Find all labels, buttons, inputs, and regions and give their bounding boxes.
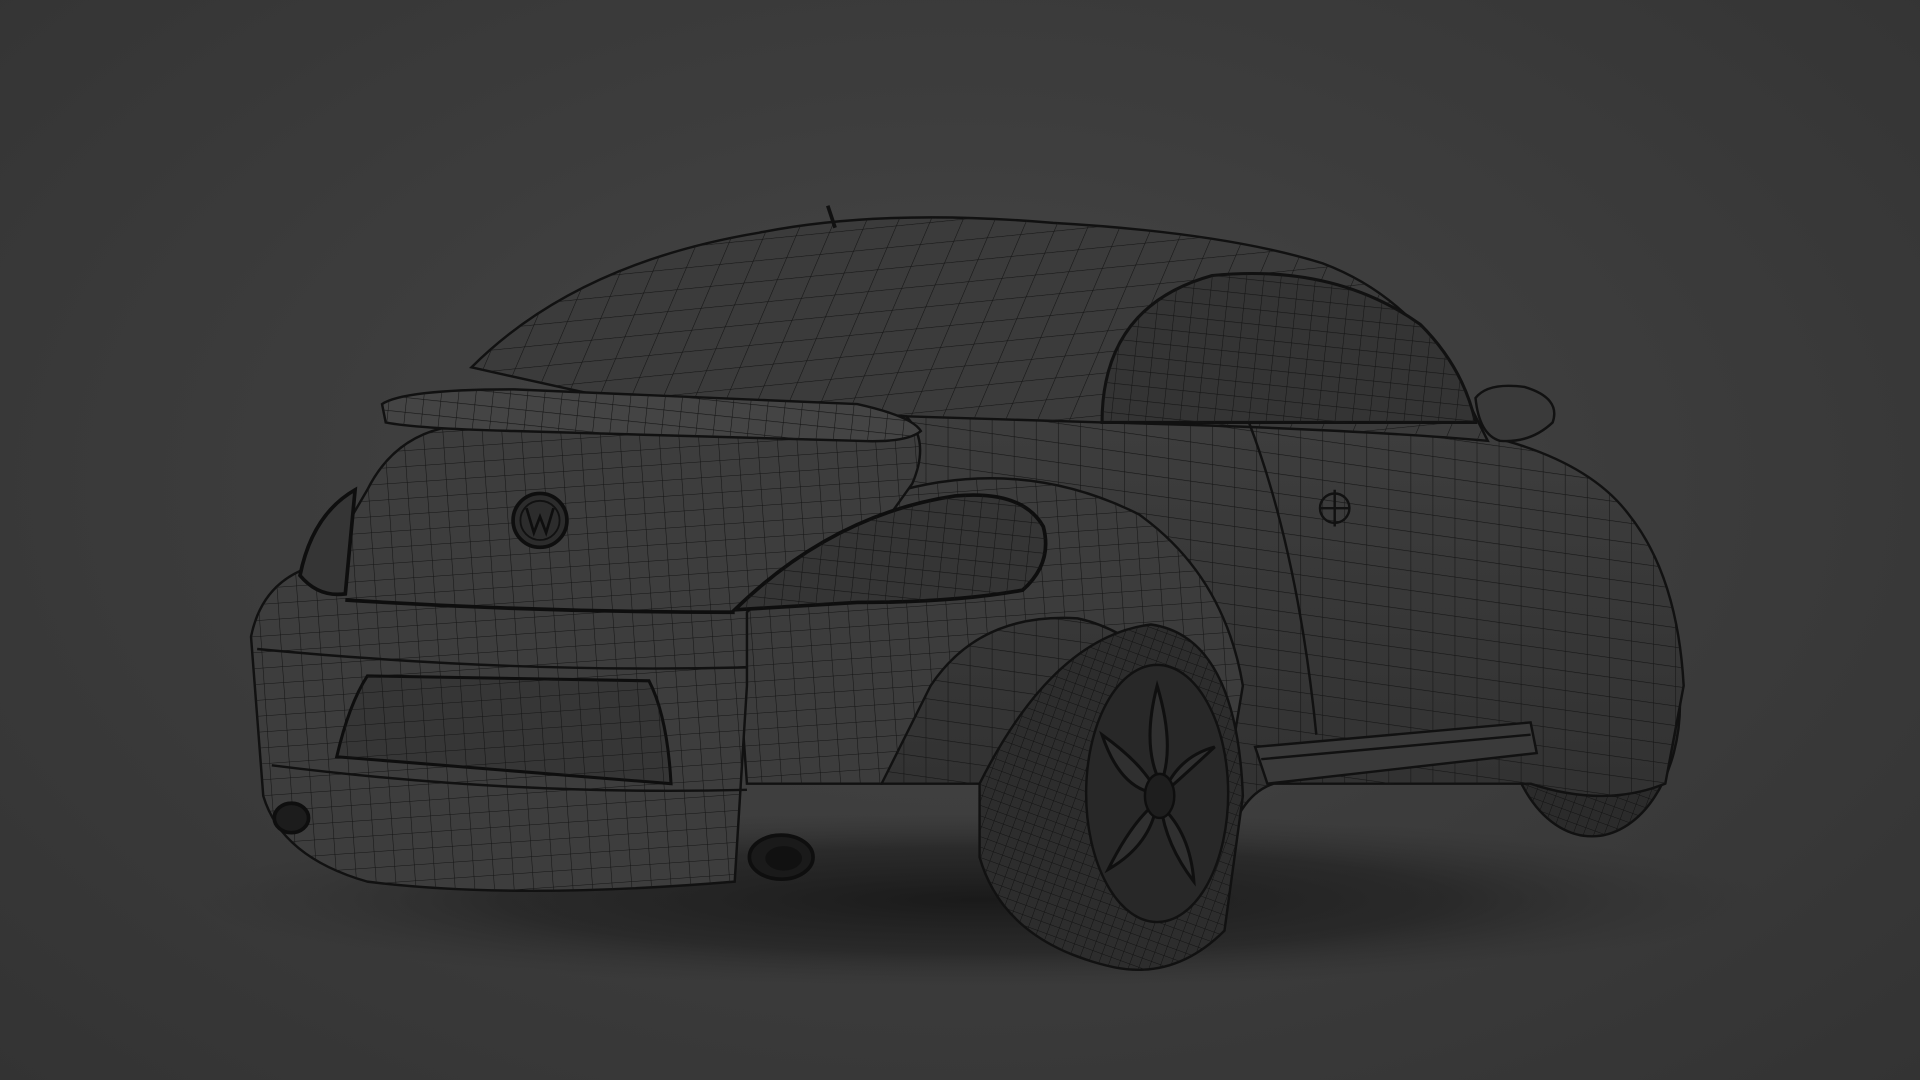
brand-badge-icon bbox=[511, 491, 569, 550]
car-body bbox=[249, 205, 1685, 893]
left-exhaust bbox=[272, 801, 311, 835]
render-viewport bbox=[0, 0, 1920, 1080]
left-tail-light bbox=[298, 486, 358, 597]
side-mirror bbox=[1474, 384, 1556, 443]
car-wireframe-render bbox=[195, 205, 1764, 989]
